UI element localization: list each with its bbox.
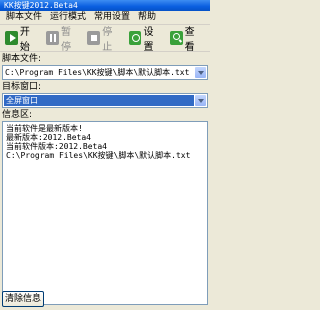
stop-button[interactable]: 停止 [84,27,123,53]
chevron-down-icon[interactable] [195,95,206,106]
toolbar: 开始 暂停 停止 设置 查看 [0,25,210,53]
pause-label: 暂停 [61,27,72,53]
start-label: 开始 [19,27,30,53]
script-file-label: 脚本文件: [2,54,42,64]
pause-button[interactable]: 暂停 [43,27,82,53]
script-file-value: C:\Program Files\KK按键\脚本\默认脚本.txt [5,68,190,77]
settings-label: 设置 [143,27,154,53]
info-log[interactable]: 当前软件是最新版本! 最新版本:2012.Beta4 当前软件版本:2012.Bet… [2,121,208,305]
target-window-value: 全屏窗口 [4,95,194,106]
gear-icon [128,31,142,45]
stop-icon [87,31,101,45]
chevron-down-icon[interactable] [195,67,206,78]
window-title-bar[interactable]: KK按键2012.Beta4 [0,0,210,11]
log-line: 最新版本:2012.Beta4 [6,133,91,142]
stop-label: 停止 [102,27,113,53]
log-line: 当前软件是最新版本! [6,124,83,133]
log-line: C:\Program Files\KK按键\脚本\默认脚本.txt [6,151,191,160]
start-button[interactable]: 开始 [2,27,41,53]
play-icon [5,31,18,45]
view-button[interactable]: 查看 [167,27,206,53]
settings-button[interactable]: 设置 [126,27,165,53]
target-window-select[interactable]: 全屏窗口 [2,93,208,108]
search-icon [169,31,183,45]
window-title: KK按键2012.Beta4 [4,1,78,10]
info-label: 信息区: [2,110,33,120]
target-window-label: 目标窗口: [2,82,42,92]
script-file-select[interactable]: C:\Program Files\KK按键\脚本\默认脚本.txt [2,65,208,80]
clear-info-button[interactable]: 清除信息 [2,291,45,307]
pause-icon [46,31,60,45]
view-label: 查看 [184,27,195,53]
log-line: 当前软件版本:2012.Beta4 [6,142,107,151]
